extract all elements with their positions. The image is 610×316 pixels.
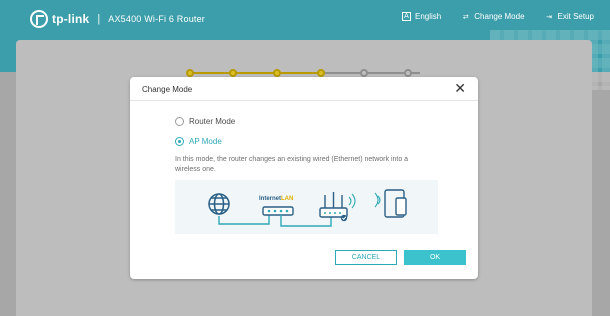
mobile-devices-icon (374, 189, 407, 218)
ap-mode-label: AP Mode (189, 137, 222, 146)
step-1-dot (186, 69, 194, 77)
step-3-dot (273, 69, 281, 77)
stepper-line-completed (190, 72, 322, 74)
setup-progress-stepper (186, 69, 424, 77)
change-mode-icon: ⇄ (462, 13, 469, 21)
dialog-title: Change Mode (142, 85, 193, 94)
cancel-button[interactable]: CANCEL (335, 250, 397, 265)
ap-mode-option[interactable]: AP Mode (175, 137, 222, 146)
language-icon: A (402, 12, 412, 21)
router-mode-label: Router Mode (189, 117, 236, 126)
lan-label: LAN (281, 196, 294, 202)
close-icon[interactable]: ✕ (454, 81, 466, 95)
change-mode-dialog: Change Mode ✕ Router Mode AP Mode In thi… (130, 77, 478, 279)
brand-name: tp-link (52, 12, 90, 26)
dialog-divider (130, 100, 478, 101)
tp-link-logo-icon (30, 10, 48, 28)
ap-check-badge-icon (340, 214, 348, 222)
header-actions: A English ⇄ Change Mode ⇥ Exit Setup (402, 12, 594, 21)
router-mode-radio[interactable] (175, 117, 184, 126)
ap-mode-diagram: Internet LAN (175, 180, 438, 234)
globe-icon (208, 193, 230, 215)
brand-area: tp-link | AX5400 Wi-Fi 6 Router (30, 10, 205, 28)
router-model: AX5400 Wi-Fi 6 Router (108, 14, 206, 24)
ok-button[interactable]: OK (404, 250, 466, 265)
internet-label: Internet (259, 196, 282, 202)
ap-mode-radio[interactable] (175, 137, 184, 146)
exit-setup-button[interactable]: ⇥ Exit Setup (545, 12, 594, 21)
step-5-dot (360, 69, 368, 77)
ap-mode-diagram-svg (208, 189, 407, 227)
step-4-dot (317, 69, 325, 77)
change-mode-label: Change Mode (474, 12, 525, 21)
mode-description: In this mode, the router changes an exis… (175, 156, 409, 173)
change-mode-button[interactable]: ⇄ Change Mode (461, 12, 525, 21)
exit-icon: ⇥ (546, 13, 552, 21)
internet-cable (218, 214, 270, 225)
switch-device-icon (262, 206, 294, 216)
language-button[interactable]: A English (402, 12, 441, 21)
router-icon (319, 192, 348, 218)
brand-separator: | (97, 13, 101, 25)
step-6-dot (404, 69, 412, 77)
language-label: English (415, 12, 442, 21)
router-mode-option[interactable]: Router Mode (175, 117, 235, 126)
wifi-signal-icon (348, 193, 356, 209)
step-2-dot (229, 69, 237, 77)
exit-setup-label: Exit Setup (557, 12, 594, 21)
